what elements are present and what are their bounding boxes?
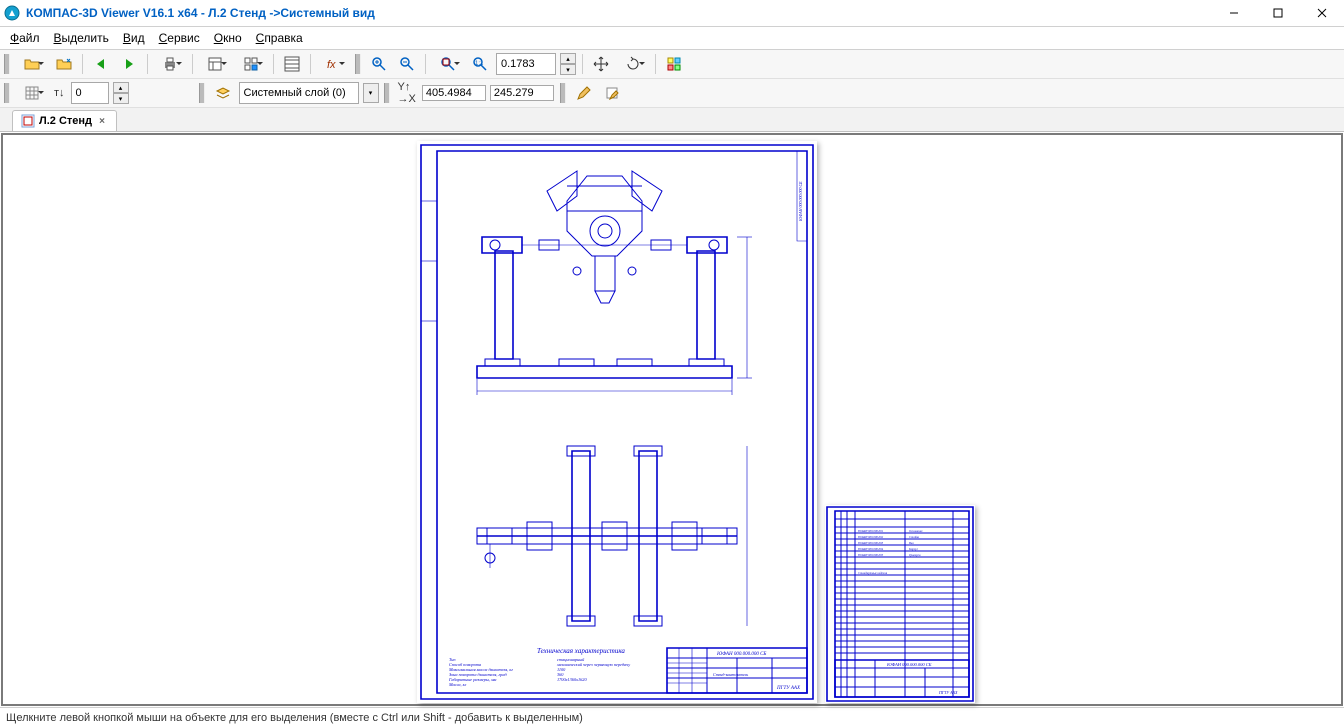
- svg-text:ЮФАН 000.000.000 СБ: ЮФАН 000.000.000 СБ: [886, 662, 932, 667]
- variables-button[interactable]: fx: [317, 52, 349, 76]
- layer-dropdown[interactable]: ▾: [363, 83, 379, 103]
- titlebar: КОМПАС-3D Viewer V16.1 x64 - Л.2 Стенд -…: [0, 0, 1344, 27]
- tab-close-icon[interactable]: ×: [96, 115, 108, 127]
- svg-text:fx: fx: [327, 59, 336, 71]
- svg-text:ЮФАН 000.000.002: ЮФАН 000.000.002: [857, 535, 884, 539]
- coord-label: Y↑→X: [398, 81, 416, 105]
- scale-value: 0.1783: [501, 58, 535, 70]
- toolbar-grip[interactable]: [4, 83, 10, 103]
- close-button[interactable]: [1300, 0, 1344, 26]
- svg-text:Вал: Вал: [909, 541, 914, 545]
- toolbar-row-1: fx 1:1 0.1783 ▴▾: [0, 50, 1344, 79]
- svg-text:Стойка: Стойка: [909, 534, 920, 539]
- zoom-fit-button[interactable]: [432, 52, 464, 76]
- toolbar-grip[interactable]: [384, 83, 390, 103]
- svg-text:Стандартные изделия: Стандартные изделия: [858, 571, 888, 575]
- svg-text:Стенд-кантователь: Стенд-кантователь: [713, 672, 748, 677]
- svg-text:Масса, кг: Масса, кг: [448, 682, 467, 688]
- zoom-out-button[interactable]: [395, 52, 419, 76]
- scale-down[interactable]: ▾: [560, 64, 576, 75]
- document-tab[interactable]: Л.2 Стенд ×: [12, 110, 117, 131]
- properties-button[interactable]: [199, 52, 231, 76]
- svg-text:ЮФАН 000.000.005: ЮФАН 000.000.005: [857, 553, 884, 557]
- refresh-button[interactable]: [662, 52, 686, 76]
- svg-text:Корпус: Корпус: [908, 547, 919, 551]
- toolbar-grip[interactable]: [560, 83, 566, 103]
- svg-text:ЮФАН 000.000.003: ЮФАН 000.000.003: [857, 541, 884, 545]
- svg-text:ЮФАН 000.000.000 СБ: ЮФАН 000.000.000 СБ: [716, 652, 766, 657]
- drawing-viewport[interactable]: Техническая характеристика Типстационарн…: [1, 133, 1343, 706]
- menu-help[interactable]: Справка: [256, 31, 303, 45]
- menu-view[interactable]: Вид: [123, 31, 145, 45]
- status-bar: Щелкните левой кнопкой мыши на объекте д…: [0, 707, 1344, 728]
- maximize-button[interactable]: [1256, 0, 1300, 26]
- toolbar-row-2: т↓ 0 ▴▾ Системный слой (0) ▾ Y↑→X 405.49…: [0, 79, 1344, 108]
- toolbar-grip[interactable]: [199, 83, 205, 103]
- svg-text:ЮФАН 000.000.004: ЮФАН 000.000.004: [857, 547, 884, 551]
- edit-button[interactable]: [572, 81, 596, 105]
- rotate-button[interactable]: [617, 52, 649, 76]
- snap-grid-button[interactable]: [16, 81, 48, 105]
- zoom-in-button[interactable]: [367, 52, 391, 76]
- scale-up[interactable]: ▴: [560, 53, 576, 64]
- svg-text:1700x1360x1620: 1700x1360x1620: [557, 677, 587, 682]
- zoom-scale-button[interactable]: 1:1: [468, 52, 492, 76]
- menu-file[interactable]: Файл: [10, 31, 40, 45]
- svg-text:Основание: Основание: [909, 529, 923, 533]
- edit2-button[interactable]: [600, 81, 624, 105]
- step-label: т↓: [54, 87, 65, 99]
- toolbar-grip[interactable]: [355, 54, 361, 74]
- document-tab-label: Л.2 Стенд: [39, 115, 92, 127]
- menu-bar: Файл Выделить Вид Сервис Окно Справка: [0, 27, 1344, 50]
- print-button[interactable]: [154, 52, 186, 76]
- layers-button[interactable]: [211, 81, 235, 105]
- step-up[interactable]: ▴: [113, 82, 129, 93]
- svg-text:механический через червячную п: механический через червячную передачу: [556, 662, 630, 667]
- window-controls: [1212, 0, 1344, 26]
- open-button[interactable]: [16, 52, 48, 76]
- step-down[interactable]: ▾: [113, 93, 129, 104]
- svg-text:ЮФАН 000.000.000 СБ: ЮФАН 000.000.000 СБ: [798, 181, 803, 222]
- coord-y-field[interactable]: 245.279: [490, 85, 554, 101]
- menu-window[interactable]: Окно: [214, 31, 242, 45]
- step-field[interactable]: 0: [71, 82, 109, 104]
- pan-button[interactable]: [589, 52, 613, 76]
- tree-button[interactable]: [280, 52, 304, 76]
- arrow-left-button[interactable]: [89, 52, 113, 76]
- svg-text:ПГТУ ААХ: ПГТУ ААХ: [776, 686, 801, 691]
- svg-text:Траверса: Траверса: [909, 553, 921, 557]
- menu-select[interactable]: Выделить: [54, 31, 109, 45]
- document-tab-strip: Л.2 Стенд ×: [0, 108, 1344, 132]
- scale-field[interactable]: 0.1783: [496, 53, 556, 75]
- window-title: КОМПАС-3D Viewer V16.1 x64 - Л.2 Стенд -…: [26, 6, 1212, 20]
- coord-x-field[interactable]: 405.4984: [422, 85, 486, 101]
- layer-combo[interactable]: Системный слой (0): [239, 82, 359, 104]
- svg-text:1:1: 1:1: [475, 61, 484, 67]
- svg-text:ЮФАН 000.000.001: ЮФАН 000.000.001: [857, 529, 884, 533]
- app-icon: [4, 5, 20, 21]
- open-prev-button[interactable]: [52, 52, 76, 76]
- levels-button[interactable]: [235, 52, 267, 76]
- arrow-right-button[interactable]: [117, 52, 141, 76]
- menu-service[interactable]: Сервис: [159, 31, 200, 45]
- tech-title: Техническая характеристика: [537, 647, 625, 655]
- document-icon: [21, 114, 35, 128]
- minimize-button[interactable]: [1212, 0, 1256, 26]
- toolbar-grip[interactable]: [4, 54, 10, 74]
- status-text: Щелкните левой кнопкой мыши на объекте д…: [6, 712, 583, 724]
- svg-text:ПГТУ ААХ: ПГТУ ААХ: [938, 690, 958, 695]
